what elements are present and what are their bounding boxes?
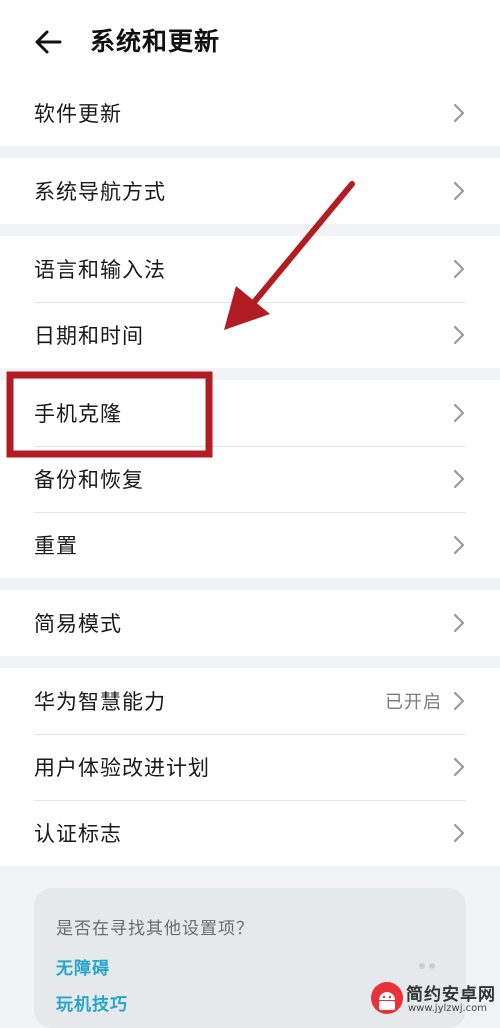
menu-item-backup-restore[interactable]: 备份和恢复 (0, 446, 500, 512)
chevron-right-icon (453, 181, 465, 201)
menu-item-label: 认证标志 (34, 822, 122, 846)
watermark: 简约安卓网 www.jylzwj.com (370, 976, 500, 1020)
chevron-right-icon (453, 469, 465, 489)
link-tips[interactable]: 玩机技巧 (56, 990, 128, 1015)
settings-group-software: 软件更新 (0, 80, 500, 146)
watermark-text: 简约安卓网 (406, 985, 496, 1005)
android-logo-icon (371, 982, 403, 1014)
chevron-right-icon (453, 757, 465, 777)
menu-item-label: 手机克隆 (34, 402, 122, 426)
menu-item-label: 语言和输入法 (34, 258, 166, 282)
chevron-right-icon (453, 325, 465, 345)
menu-item-label: 重置 (34, 534, 78, 558)
link-accessibility[interactable]: 无障碍 (56, 954, 110, 979)
menu-item-simple-mode[interactable]: 简易模式 (0, 590, 500, 656)
back-button[interactable] (28, 22, 68, 62)
menu-item-huawei-intelligence[interactable]: 华为智慧能力 已开启 (0, 668, 500, 734)
more-dots-icon (419, 963, 435, 969)
chevron-right-icon (453, 613, 465, 633)
menu-item-reset[interactable]: 重置 (0, 512, 500, 578)
menu-item-label: 简易模式 (34, 612, 122, 636)
menu-item-label: 系统导航方式 (34, 180, 166, 204)
menu-item-user-experience[interactable]: 用户体验改进计划 (0, 734, 500, 800)
settings-group-backup: 手机克隆 备份和恢复 重置 (0, 380, 500, 578)
suggestion-title: 是否在寻找其他设置项？ (56, 919, 254, 939)
chevron-right-icon (453, 259, 465, 279)
status-value: 已开启 (385, 692, 442, 713)
menu-item-software-update[interactable]: 软件更新 (0, 80, 500, 146)
menu-item-label: 用户体验改进计划 (34, 756, 210, 780)
menu-item-label: 华为智慧能力 (34, 690, 166, 714)
menu-item-navigation-mode[interactable]: 系统导航方式 (0, 158, 500, 224)
header-bar: 系统和更新 (0, 0, 500, 80)
chevron-right-icon (453, 403, 465, 423)
settings-group-navigation: 系统导航方式 (0, 158, 500, 224)
menu-item-phone-clone[interactable]: 手机克隆 (0, 380, 500, 446)
menu-item-certification[interactable]: 认证标志 (0, 800, 500, 866)
page-title: 系统和更新 (90, 27, 221, 56)
menu-item-label: 备份和恢复 (34, 468, 144, 492)
chevron-right-icon (453, 103, 465, 123)
chevron-right-icon (453, 535, 465, 555)
menu-item-label: 日期和时间 (34, 324, 144, 348)
settings-group-language-time: 语言和输入法 日期和时间 (0, 236, 500, 368)
menu-item-language-input[interactable]: 语言和输入法 (0, 236, 500, 302)
menu-item-label: 软件更新 (34, 102, 122, 126)
menu-item-date-time[interactable]: 日期和时间 (0, 302, 500, 368)
chevron-right-icon (453, 691, 465, 711)
settings-page: 系统和更新 软件更新 系统导航方式 语言和输入法 日期和时间 手机克隆 备份和恢… (0, 0, 500, 1028)
settings-group-simple-mode: 简易模式 (0, 590, 500, 656)
arrow-left-icon (35, 30, 62, 54)
chevron-right-icon (453, 823, 465, 843)
settings-group-intelligence: 华为智慧能力 已开启 用户体验改进计划 认证标志 (0, 668, 500, 866)
watermark-url: www.jylzwj.com (408, 1003, 488, 1014)
